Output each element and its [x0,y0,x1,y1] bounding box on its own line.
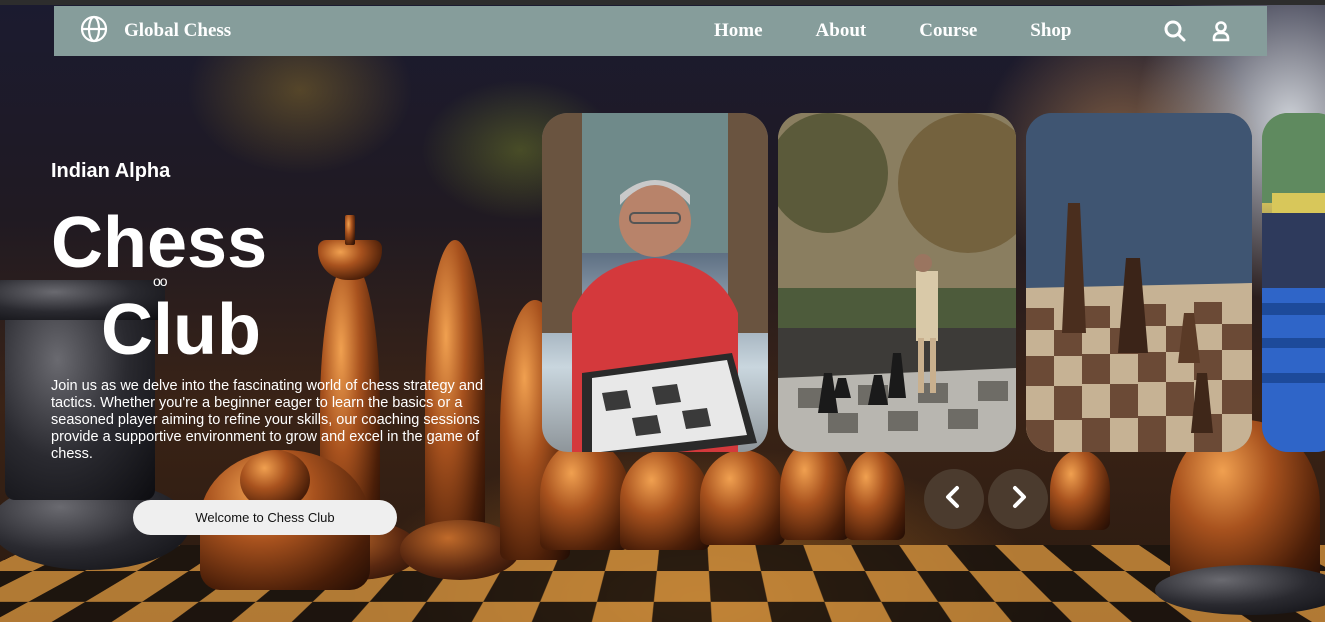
carousel-slide[interactable] [542,113,768,452]
nav-links: Home About Course Shop [714,6,1125,56]
pawn-row-decoration [780,440,850,540]
hero-description: Join us as we delve into the fascinating… [51,378,484,462]
carousel-slide[interactable] [1262,113,1325,452]
hero-title-ornament: oo [153,273,168,289]
nav-link-shop[interactable]: Shop [1030,20,1071,42]
pawn-row-decoration [620,450,710,550]
hero-title-line1: Chess [51,203,268,283]
slide-image-park-chess [778,113,1016,452]
pawn-row-decoration [845,450,905,540]
user-icon[interactable] [1209,19,1233,43]
carousel-slide[interactable] [1026,113,1252,452]
pawn-row-decoration [700,450,785,545]
carousel-slide[interactable] [778,113,1016,452]
brand-name: Global Chess [124,20,232,41]
window-top-border [0,0,1325,5]
search-icon[interactable] [1163,19,1187,43]
pawn-row-decoration [540,440,630,550]
slide-image-people-outdoors [1262,113,1325,452]
hero-kicker: Indian Alpha [51,160,171,182]
king-cross-decoration [345,215,355,245]
slide-image-chess-pieces [1026,113,1252,452]
chevron-left-icon [940,483,968,516]
chessboard-decoration [0,545,1325,622]
nav-link-course[interactable]: Course [919,20,977,42]
nav-link-home[interactable]: Home [714,20,763,42]
welcome-button[interactable]: Welcome to Chess Club [133,500,397,535]
carousel-next-button[interactable] [988,469,1048,529]
slide-image-chess-player [542,113,768,452]
king-crown-decoration [318,240,382,280]
globe-icon [80,15,108,48]
navbar: Global Chess Home About Course Shop [54,6,1267,56]
pawn-row-decoration [1050,450,1110,530]
chevron-right-icon [1004,483,1032,516]
brand[interactable]: Global Chess [80,15,231,48]
nav-link-about[interactable]: About [816,20,867,42]
hero-title-line2: Club [101,290,261,370]
carousel-prev-button[interactable] [924,469,984,529]
